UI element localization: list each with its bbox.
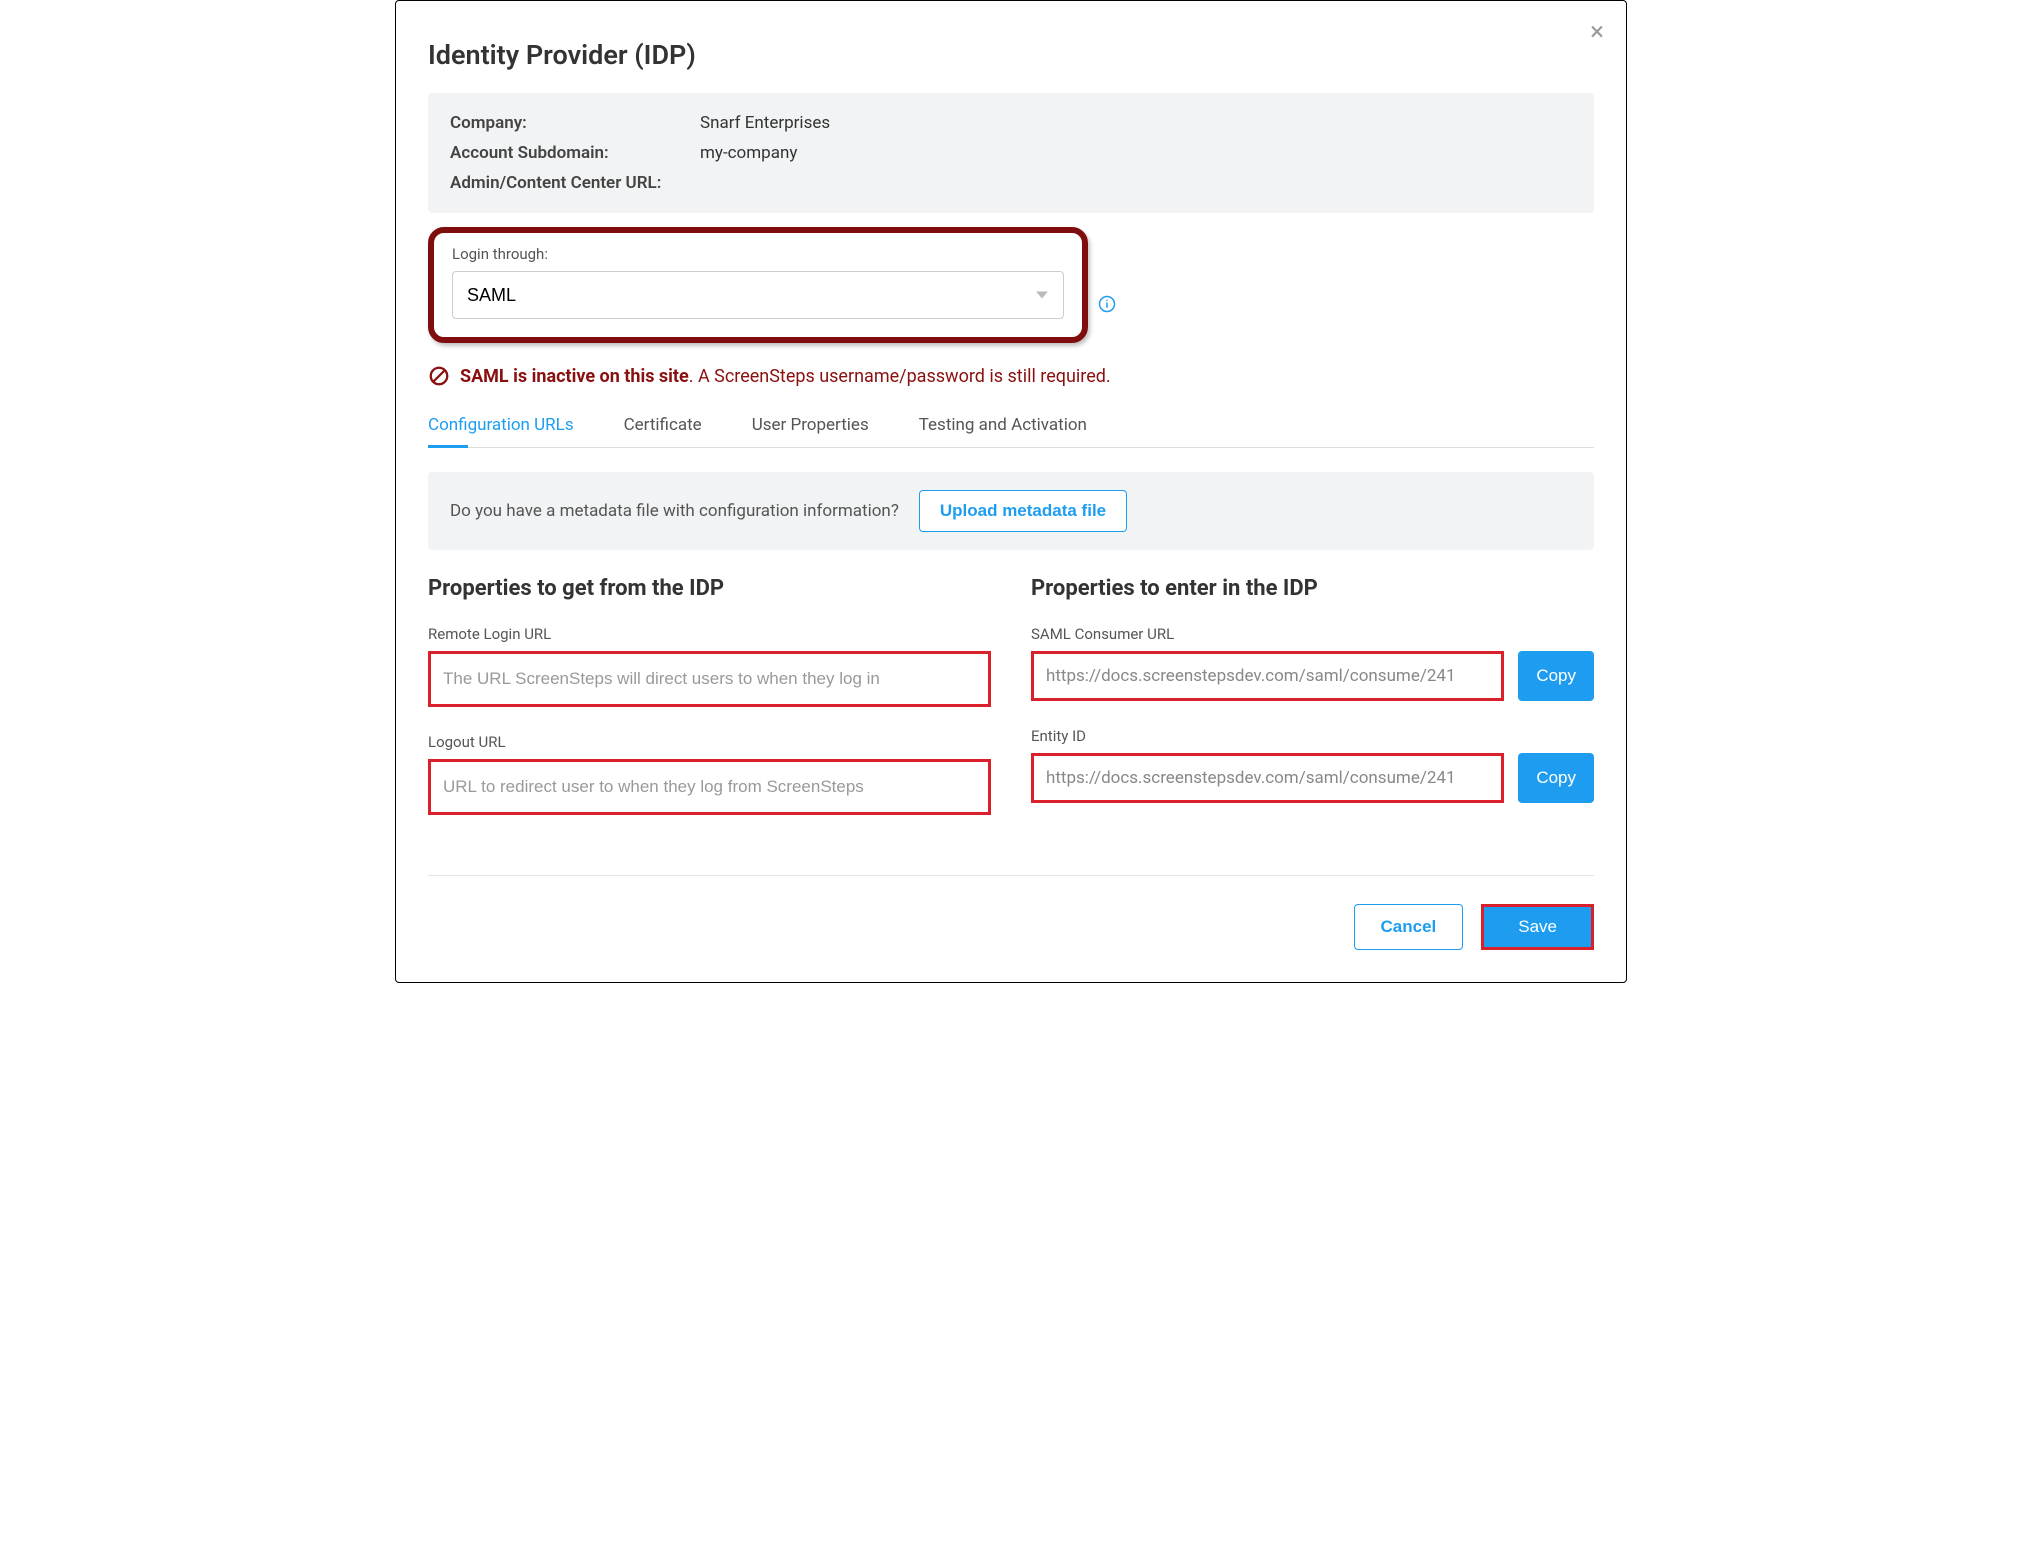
idp-get-column: Properties to get from the IDP Remote Lo… [428, 576, 991, 841]
config-tabs: Configuration URLs Certificate User Prop… [428, 407, 1594, 448]
saml-consumer-url-value: https://docs.screenstepsdev.com/saml/con… [1031, 651, 1504, 701]
tab-configuration-urls[interactable]: Configuration URLs [428, 407, 574, 447]
metadata-question: Do you have a metadata file with configu… [450, 501, 899, 521]
remote-login-url-input[interactable] [431, 654, 988, 704]
upload-metadata-button[interactable]: Upload metadata file [919, 490, 1127, 532]
entity-id-value: https://docs.screenstepsdev.com/saml/con… [1031, 753, 1504, 803]
admin-url-label: Admin/Content Center URL: [450, 173, 700, 193]
cancel-button[interactable]: Cancel [1354, 904, 1464, 950]
saml-inactive-alert: SAML is inactive on this site. A ScreenS… [428, 365, 1594, 387]
save-button[interactable]: Save [1481, 904, 1594, 950]
info-icon[interactable] [1098, 295, 1116, 317]
tab-testing-activation[interactable]: Testing and Activation [919, 407, 1087, 447]
remote-login-url-label: Remote Login URL [428, 625, 991, 643]
modal-footer: Cancel Save [428, 904, 1594, 950]
metadata-upload-bar: Do you have a metadata file with configu… [428, 472, 1594, 550]
idp-enter-column: Properties to enter in the IDP SAML Cons… [1031, 576, 1594, 841]
idp-modal: × Identity Provider (IDP) Company: Snarf… [395, 0, 1627, 983]
subdomain-label: Account Subdomain: [450, 143, 700, 163]
copy-entity-id-button[interactable]: Copy [1518, 753, 1594, 803]
login-through-select[interactable] [452, 271, 1064, 319]
idp-enter-heading: Properties to enter in the IDP [1031, 576, 1594, 601]
account-info-panel: Company: Snarf Enterprises Account Subdo… [428, 93, 1594, 213]
tab-certificate[interactable]: Certificate [624, 407, 702, 447]
alert-text: SAML is inactive on this site. A ScreenS… [460, 366, 1111, 387]
tab-user-properties[interactable]: User Properties [752, 407, 869, 447]
idp-get-heading: Properties to get from the IDP [428, 576, 991, 601]
entity-id-label: Entity ID [1031, 727, 1594, 745]
logout-url-input[interactable] [431, 762, 988, 812]
company-value: Snarf Enterprises [700, 113, 830, 133]
modal-title: Identity Provider (IDP) [428, 39, 1594, 71]
login-through-section: Login through: [428, 227, 1088, 343]
footer-divider [428, 875, 1594, 876]
saml-consumer-url-label: SAML Consumer URL [1031, 625, 1594, 643]
prohibit-icon [428, 365, 450, 387]
copy-consumer-url-button[interactable]: Copy [1518, 651, 1594, 701]
subdomain-value: my-company [700, 143, 797, 163]
company-label: Company: [450, 113, 700, 133]
login-through-label: Login through: [452, 245, 1064, 263]
close-icon[interactable]: × [1590, 19, 1604, 45]
logout-url-label: Logout URL [428, 733, 991, 751]
